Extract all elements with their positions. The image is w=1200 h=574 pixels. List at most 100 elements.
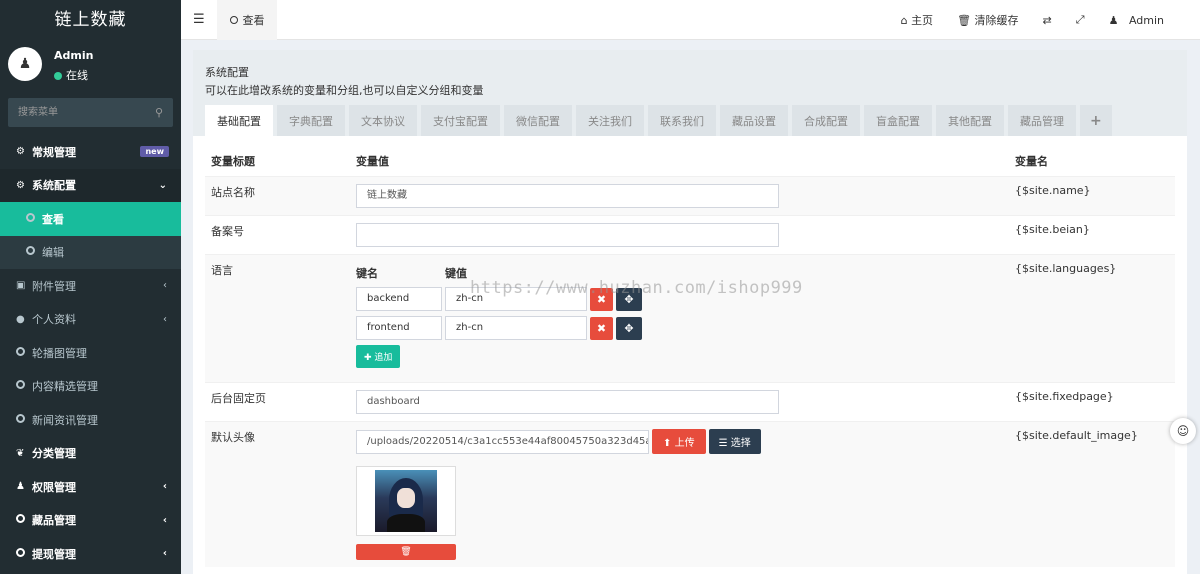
sidebar-item-collection[interactable]: 藏品管理 ‹ [0, 504, 181, 538]
group-icon: ♟ [16, 481, 25, 493]
drag-row-button[interactable]: ✥ [616, 316, 642, 340]
table-row: 语言 键名 键值 backend zh-cn ✖ ✥ frontend zh-c [205, 254, 1175, 383]
add-tab-button[interactable]: + [1080, 105, 1112, 136]
tab-other[interactable]: 其他配置 [936, 105, 1004, 136]
col-header-title: 变量标题 [211, 155, 255, 168]
select-button[interactable]: ☰ 选择 [708, 429, 761, 454]
sidebar-item-withdraw[interactable]: 提现管理 ‹ [0, 537, 181, 571]
sidebar-item-profile[interactable]: ● 个人资料 ‹ [0, 303, 181, 337]
topbar: ☰ 查看 ⌂ 主页 🗑 清除缓存 ⇄ ⤢ ♟ Admin [181, 0, 1200, 40]
kv-key-input[interactable]: frontend [356, 316, 442, 340]
kv-key-input[interactable]: backend [356, 287, 442, 311]
drag-row-button[interactable]: ✥ [616, 287, 642, 311]
table-row: 备案号 {$site.beian} [205, 215, 1175, 255]
table-row: 默认头像 /uploads/20220514/c3a1cc553e44af800… [205, 421, 1175, 567]
trash-icon: 🗑 [400, 547, 412, 557]
menu-toggle-icon[interactable]: ☰ [193, 12, 205, 27]
append-button[interactable]: ✚ 追加 [356, 345, 401, 368]
tab-wechat[interactable]: 微信配置 [504, 105, 572, 136]
tab-blindbox[interactable]: 盲盒配置 [864, 105, 932, 136]
user-avatar: ♟ [8, 47, 42, 81]
user-menu[interactable]: ♟ Admin [1097, 14, 1200, 27]
assistant-avatar[interactable]: ☺ [1170, 418, 1196, 444]
fullscreen-button[interactable]: ⤢ [1064, 13, 1097, 27]
sidebar-item-auth[interactable]: ♟ 权限管理 ‹ [0, 470, 181, 504]
sidebar-item-label: 藏品管理 [32, 514, 76, 528]
sidebar-item-news[interactable]: 新闻资讯管理 [0, 403, 181, 437]
circle-icon [16, 547, 32, 560]
sidebar-item-carousel[interactable]: 轮播图管理 [0, 336, 181, 370]
topbar-user-name: Admin [1128, 13, 1164, 27]
times-icon: ✖ [596, 292, 607, 306]
row-title: 默认头像 [205, 421, 350, 567]
fixedpage-input[interactable]: dashboard [356, 390, 779, 414]
sidebar-item-system-config[interactable]: ⚙ 系统配置 ⌄ [0, 168, 181, 202]
sidebar-item-edit[interactable]: 编辑 [0, 235, 181, 269]
config-tabs: 基础配置 字典配置 文本协议 支付宝配置 微信配置 关注我们 联系我们 藏品设置… [205, 105, 1116, 136]
delete-image-button[interactable]: 🗑 [356, 544, 456, 560]
tab-synthesis[interactable]: 合成配置 [792, 105, 860, 136]
sidebar-item-label: 系统配置 [32, 179, 76, 193]
language-button[interactable]: ⇄ [1031, 14, 1064, 27]
remove-row-button[interactable]: ✖ [590, 316, 613, 340]
tab-dictionary[interactable]: 字典配置 [277, 105, 345, 136]
kv-row: backend zh-cn ✖ ✥ [356, 287, 1003, 311]
upload-button[interactable]: ⬆ 上传 [652, 429, 706, 454]
sidebar-item-label: 分类管理 [32, 447, 76, 461]
upload-icon: ⬆ [663, 438, 672, 449]
home-link[interactable]: ⌂ 主页 [889, 12, 945, 28]
plus-icon: ✚ [364, 353, 372, 363]
tab-collection-manage[interactable]: 藏品管理 [1008, 105, 1076, 136]
kv-value-header: 键值 [445, 267, 467, 280]
default-image-input[interactable]: /uploads/20220514/c3a1cc553e44af80045750… [356, 429, 649, 454]
tab-contact[interactable]: 联系我们 [648, 105, 716, 136]
sidebar-item-category[interactable]: ❦ 分类管理 [0, 437, 181, 471]
kv-header: 键名 键值 [356, 265, 1003, 281]
file-image-icon: ▣ [16, 280, 26, 292]
sidebar-item-label: 轮播图管理 [32, 346, 87, 360]
kv-key-header: 键名 [356, 267, 378, 280]
sidebar-item-label: 常规管理 [32, 145, 76, 159]
user-status-text: 在线 [66, 69, 88, 82]
user-status: 在线 [54, 67, 88, 83]
search-icon[interactable]: ⚲ [155, 106, 163, 119]
cogs-icon: ⚙ [16, 146, 25, 158]
new-badge: new [140, 146, 169, 158]
select-label: 选择 [730, 438, 751, 449]
chevron-left-icon: ‹ [163, 313, 167, 325]
user-panel: ♟ Admin 在线 [0, 40, 181, 93]
row-title: 备案号 [205, 215, 350, 255]
sidebar: 链上数藏 ♟ Admin 在线 ⚲ ⚙ 常规管理 new ⚙ 系统配置 ⌄ 查看… [0, 0, 181, 574]
kv-value-input[interactable]: zh-cn [445, 316, 587, 340]
list-icon: ☰ [718, 438, 728, 449]
chevron-left-icon: ‹ [162, 481, 167, 493]
image-preview[interactable] [356, 466, 456, 536]
home-icon: ⌂ [900, 14, 908, 27]
sidebar-item-featured[interactable]: 内容精选管理 [0, 370, 181, 404]
sidebar-item-label: 提现管理 [32, 547, 76, 561]
tab-collection-settings[interactable]: 藏品设置 [720, 105, 788, 136]
sidebar-item-general[interactable]: ⚙ 常规管理 new [0, 135, 181, 169]
kv-value-input[interactable]: zh-cn [445, 287, 587, 311]
app-logo[interactable]: 链上数藏 [0, 0, 181, 40]
chevron-left-icon: ‹ [162, 548, 167, 560]
sidebar-item-attachment[interactable]: ▣ 附件管理 ‹ [0, 269, 181, 303]
tab-follow[interactable]: 关注我们 [576, 105, 644, 136]
sidebar-item-view[interactable]: 查看 [0, 202, 181, 236]
menu-search-input[interactable] [8, 98, 148, 127]
remove-row-button[interactable]: ✖ [590, 287, 613, 311]
chevron-down-icon: ⌄ [158, 179, 167, 191]
tab-agreement[interactable]: 文本协议 [349, 105, 417, 136]
tab-alipay[interactable]: 支付宝配置 [421, 105, 500, 136]
leaf-icon: ❦ [16, 447, 25, 459]
tab-basic[interactable]: 基础配置 [205, 105, 273, 136]
chevron-left-icon: ‹ [162, 514, 167, 526]
clear-cache-button[interactable]: 🗑 清除缓存 [945, 12, 1030, 28]
beian-input[interactable] [356, 223, 779, 247]
menu-search: ⚲ [8, 98, 173, 127]
sidebar-item-label: 权限管理 [32, 480, 76, 494]
sidebar-item-label: 个人资料 [32, 313, 76, 327]
site-name-input[interactable]: 链上数藏 [356, 184, 779, 208]
table-row: 站点名称 链上数藏 {$site.name} [205, 176, 1175, 216]
tab-view[interactable]: 查看 [217, 0, 277, 40]
